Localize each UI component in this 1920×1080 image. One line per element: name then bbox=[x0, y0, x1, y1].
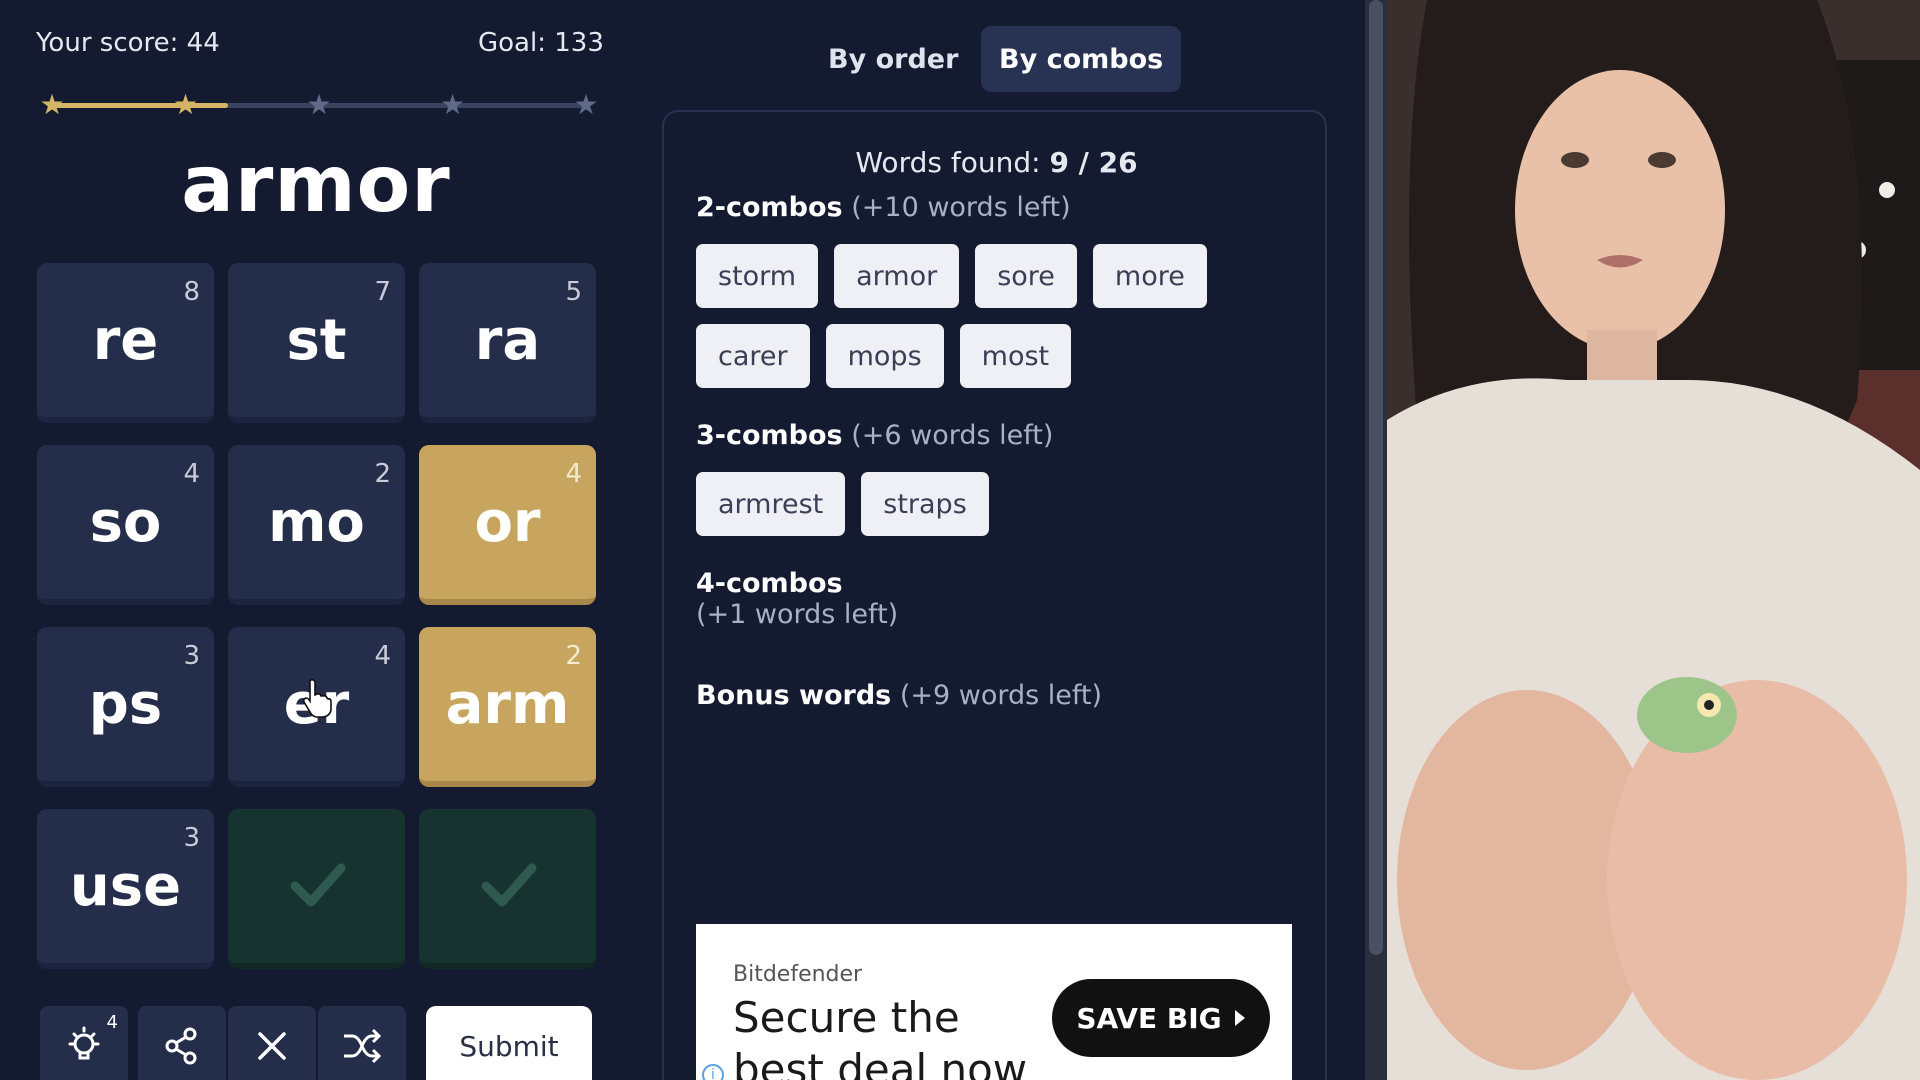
words-found-label: Words found: bbox=[855, 146, 1050, 179]
ad-headline: Secure the best deal now bbox=[733, 993, 1028, 1080]
tile-text: ra bbox=[474, 307, 541, 373]
tile-text: so bbox=[89, 489, 162, 555]
star-icon: ★ bbox=[306, 88, 332, 121]
found-word-chip[interactable]: most bbox=[959, 324, 1072, 388]
section-words-left: (+10 words left) bbox=[851, 192, 1071, 223]
ad-brand: Bitdefender bbox=[733, 962, 863, 987]
found-word-chip[interactable]: mops bbox=[825, 324, 944, 388]
tile[interactable]: ra 5 bbox=[419, 263, 596, 423]
tile-count: 2 bbox=[374, 459, 391, 489]
tile[interactable]: st 7 bbox=[228, 263, 405, 423]
share-button[interactable] bbox=[138, 1006, 226, 1080]
star-icon: ★ bbox=[439, 88, 466, 121]
tab-by-combos[interactable]: By combos bbox=[981, 26, 1182, 92]
tile-count: 8 bbox=[183, 277, 200, 307]
score-progress: ★ ★ ★ ★ ★ bbox=[36, 90, 602, 120]
ad-cta-button[interactable]: SAVE BIG bbox=[1052, 979, 1270, 1057]
section-words-left: (+9 words left) bbox=[899, 680, 1103, 711]
tile-text: mo bbox=[268, 489, 365, 555]
shuffle-icon bbox=[344, 1028, 382, 1064]
hint-count-badge: 4 bbox=[106, 1012, 118, 1033]
words-found: Words found: 9 / 26 bbox=[664, 146, 1329, 179]
found-word-chip[interactable]: armor bbox=[834, 244, 960, 308]
section-3-combos: 3-combos (+6 words left) bbox=[696, 420, 1053, 451]
tile-count: 3 bbox=[183, 823, 200, 853]
clear-button[interactable] bbox=[228, 1006, 316, 1080]
ad-cta-label: SAVE BIG bbox=[1076, 1001, 1222, 1035]
tile-text: or bbox=[474, 489, 541, 555]
chips-3-combos: armrest straps bbox=[696, 472, 1256, 536]
found-word-chip[interactable]: more bbox=[1092, 244, 1207, 308]
found-word-chip[interactable]: straps bbox=[861, 472, 989, 536]
star-icon: ★ bbox=[172, 88, 199, 121]
tile-text: ps bbox=[88, 671, 163, 737]
check-icon bbox=[476, 852, 540, 920]
goal-label: Goal: 133 bbox=[478, 28, 604, 58]
play-arrow-icon bbox=[1234, 1010, 1245, 1026]
tile-count: 4 bbox=[183, 459, 200, 489]
found-word-chip[interactable]: sore bbox=[975, 244, 1077, 308]
tile-text: arm bbox=[445, 671, 570, 737]
tile-count: 4 bbox=[565, 459, 582, 489]
tile[interactable]: or 4 bbox=[419, 445, 596, 605]
tile-text: st bbox=[286, 307, 347, 373]
tile-count: 3 bbox=[183, 641, 200, 671]
section-words-left: (+6 words left) bbox=[851, 420, 1054, 451]
tile-grid: re8st7ra5so4mo2or4ps3er4arm2use3 bbox=[37, 263, 596, 969]
found-word-chip[interactable]: storm bbox=[696, 244, 819, 308]
share-icon bbox=[165, 1027, 197, 1065]
words-panel: Words found: 9 / 26 2-combos (+10 words … bbox=[662, 110, 1327, 1080]
advertisement[interactable]: Bitdefender Secure the best deal now SAV… bbox=[696, 924, 1292, 1080]
close-icon bbox=[258, 1032, 286, 1060]
found-word-chip[interactable]: armrest bbox=[696, 472, 846, 536]
tile-done bbox=[419, 809, 596, 969]
tile[interactable]: ps 3 bbox=[37, 627, 214, 787]
tile[interactable]: arm 2 bbox=[419, 627, 596, 787]
section-words-left: (+1 words left) bbox=[696, 599, 899, 630]
found-word-chip[interactable]: carer bbox=[696, 324, 810, 388]
submit-button[interactable]: Submit bbox=[426, 1006, 592, 1080]
lightbulb-icon bbox=[68, 1026, 100, 1060]
section-title: 4-combos bbox=[696, 568, 843, 599]
webcam-image bbox=[1387, 0, 1920, 1080]
tile[interactable]: use 3 bbox=[37, 809, 214, 969]
tile-text: re bbox=[92, 307, 159, 373]
game-area: Your score: 44 Goal: 133 ★ ★ ★ ★ ★ armor re 8… bbox=[0, 0, 1365, 1080]
pointer-cursor-icon bbox=[302, 678, 332, 718]
tile-count: 2 bbox=[565, 641, 582, 671]
shuffle-button[interactable] bbox=[318, 1006, 406, 1080]
section-title: Bonus words bbox=[696, 680, 892, 711]
tile[interactable]: re 8 bbox=[37, 263, 214, 423]
star-icon: ★ bbox=[573, 88, 599, 121]
tile-count: 4 bbox=[374, 641, 391, 671]
webcam-feed bbox=[1387, 0, 1920, 1080]
hint-button[interactable]: 4 bbox=[40, 1006, 128, 1080]
tile[interactable]: so 4 bbox=[37, 445, 214, 605]
words-found-value: 9 / 26 bbox=[1049, 146, 1138, 179]
current-word: armor bbox=[181, 140, 451, 230]
chips-2-combos: storm armor sore more carer mops most bbox=[696, 244, 1256, 388]
tile[interactable]: mo 2 bbox=[228, 445, 405, 605]
check-icon bbox=[285, 852, 349, 920]
tab-by-order[interactable]: By order bbox=[810, 26, 976, 92]
info-icon[interactable]: i bbox=[702, 1064, 724, 1080]
tile-done bbox=[228, 809, 405, 969]
section-4-combos: 4-combos (+1 words left) bbox=[696, 568, 898, 630]
section-title: 2-combos bbox=[696, 192, 843, 223]
scrollbar[interactable] bbox=[1365, 0, 1387, 1080]
star-icon: ★ bbox=[39, 88, 65, 121]
section-title: 3-combos bbox=[696, 420, 843, 451]
tile-count: 7 bbox=[374, 277, 391, 307]
tile-text: use bbox=[69, 853, 182, 919]
progress-fill bbox=[52, 103, 229, 108]
tile-count: 5 bbox=[565, 277, 582, 307]
score-label: Your score: 44 bbox=[36, 28, 220, 58]
scroll-thumb[interactable] bbox=[1369, 0, 1383, 955]
section-bonus-words: Bonus words (+9 words left) bbox=[696, 680, 1102, 711]
section-2-combos: 2-combos (+10 words left) bbox=[696, 192, 1071, 223]
